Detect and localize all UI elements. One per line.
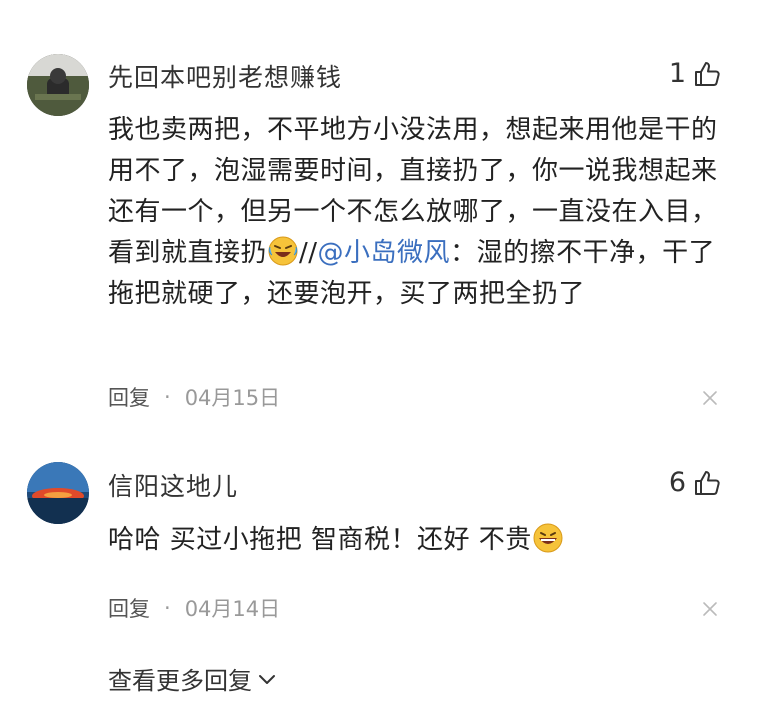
reply-button[interactable]: 回复	[108, 382, 150, 412]
comment-date: 04月15日	[184, 386, 281, 410]
close-icon[interactable]	[702, 390, 718, 406]
like-count: 1	[668, 58, 686, 89]
comment-text-part: 哈哈 买过小拖把 智商税！还好 不贵	[108, 525, 532, 555]
mention-link[interactable]: @小岛微风	[318, 238, 451, 268]
avatar[interactable]	[27, 462, 89, 524]
separator-dot: ·	[164, 596, 171, 620]
repost-separator: //	[299, 238, 318, 268]
thumbs-up-icon	[695, 61, 720, 86]
laughing-crying-icon	[268, 236, 298, 266]
like-button[interactable]: 1	[669, 58, 722, 89]
avatar[interactable]	[27, 54, 89, 116]
avatar-image	[27, 54, 89, 116]
more-replies-label: 查看更多回复	[108, 667, 252, 695]
more-replies-button[interactable]: 查看更多回复	[108, 661, 276, 696]
like-count: 6	[668, 467, 686, 498]
username[interactable]: 信阳这地儿	[108, 467, 238, 503]
thumbs-up-icon	[695, 470, 720, 495]
comment-date: 04月14日	[184, 597, 281, 621]
grinning-icon	[533, 523, 563, 553]
like-button[interactable]: 6	[669, 467, 722, 498]
avatar-image	[27, 462, 89, 524]
reply-button[interactable]: 回复	[108, 593, 150, 623]
comment-meta: 回复 · 04月14日	[108, 593, 280, 623]
comment-meta: 回复 · 04月15日	[108, 382, 280, 412]
comment-text: 我也卖两把，不平地方小没法用，想起来用他是干的用不了，泡湿需要时间，直接扔了，你…	[108, 110, 728, 315]
close-icon[interactable]	[702, 601, 718, 617]
username[interactable]: 先回本吧别老想赚钱	[108, 58, 342, 94]
separator-dot: ·	[164, 385, 171, 409]
comment-text: 哈哈 买过小拖把 智商税！还好 不贵	[108, 520, 728, 561]
chevron-down-icon	[259, 674, 275, 684]
